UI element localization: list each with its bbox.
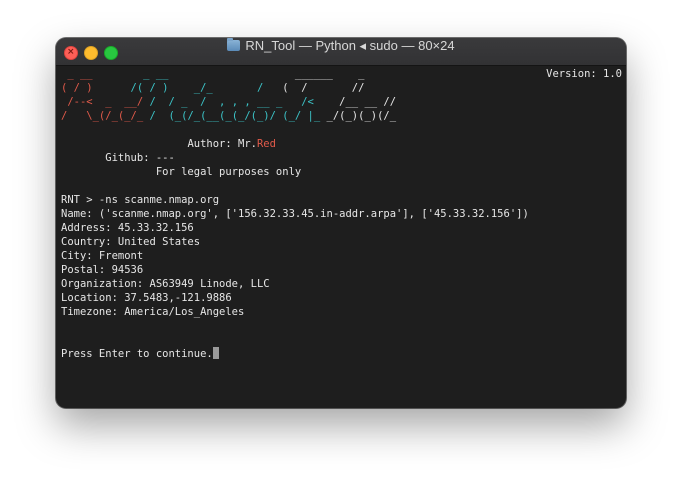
result-organization: Organization: AS63949 Linode, LLC <box>61 278 270 290</box>
author-line: Author: Mr.Red <box>187 138 276 150</box>
legal-line: For legal purposes only <box>155 166 302 178</box>
terminal-output[interactable]: _ __ _ __ ______ _ ( / ) /( / ) _/_ / ( … <box>61 67 621 361</box>
result-name: Name: ('scanme.nmap.org', ['156.32.33.45… <box>61 208 529 220</box>
text-cursor <box>212 347 219 359</box>
result-country: Country: United States <box>61 236 201 248</box>
banner-line: /--< _ __/ / / _ / , , , __ _ /< /__ __ … <box>61 96 397 108</box>
continue-prompt[interactable]: Press Enter to continue. <box>61 347 621 361</box>
title-bar[interactable]: × RN_Tool — Python ◂ sudo — 80×24 <box>56 38 626 66</box>
folder-icon <box>227 38 241 51</box>
window-title: RN_Tool — Python ◂ sudo — 80×24 <box>56 38 626 65</box>
result-address: Address: 45.33.32.156 <box>61 222 194 234</box>
github-line: Github: --- <box>105 152 175 164</box>
banner-line: _ __ _ __ ______ _ <box>61 68 365 80</box>
result-timezone: Timezone: America/Los_Angeles <box>61 306 245 318</box>
banner-line: / \_(/_(_/_ / (_(/_(__(_(_/(_)/ (_/ |_ _… <box>61 110 397 122</box>
banner-line: ( / ) /( / ) _/_ / ( / // <box>61 82 365 94</box>
author-name: Red <box>256 138 276 150</box>
terminal-window: × RN_Tool — Python ◂ sudo — 80×24 Versio… <box>56 38 626 408</box>
window-title-text: RN_Tool — Python ◂ sudo — 80×24 <box>245 38 455 53</box>
result-city: City: Fremont <box>61 250 144 262</box>
command-line: RNT > -ns scanme.nmap.org <box>61 194 220 206</box>
result-postal: Postal: 94536 <box>61 264 144 276</box>
result-location: Location: 37.5483,-121.9886 <box>61 292 232 304</box>
